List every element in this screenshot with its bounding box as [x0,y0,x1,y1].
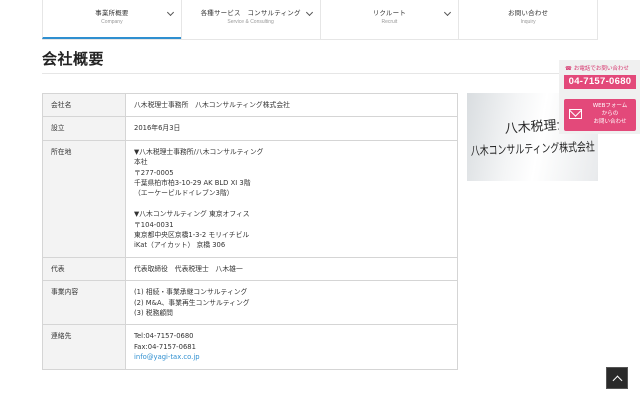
address-line: 本社 [134,158,148,167]
nav-label: リクルート [372,9,407,17]
tel-text: Tel:04-7157-0680 [134,332,194,341]
table-row: 所在地 ▼八木税理士事務所/八木コンサルティング 本社 〒277-0005 千葉… [42,139,458,258]
page-title: 会社概要 [42,50,105,68]
company-info-table: 会社名 八木税理士事務所 八木コンサルティング株式会社 設立 2016年6月3日… [42,92,458,370]
title-divider [42,73,598,74]
representative-value: 代表取締役 代表税理士 八木雄一 [125,256,458,282]
main-nav: 事業所概要 Company 各種サービス コンサルティング Service & … [42,0,598,40]
table-row: 事業内容 (1) 相続・事業承継コンサルティング (2) M&A、事業再生コンサ… [42,280,458,326]
web-form-line: WEBフォーム [592,103,628,109]
tel-label-text: お電話でお問い合わせ [573,66,629,72]
business-line: (3) 税務顧問 [134,309,173,318]
nav-sublabel: Inquiry [520,19,536,25]
contact-widget: ☎ お電話でお問い合わせ 04-7157-0680 WEBフォーム からの お問い… [559,60,640,134]
nav-item-recruit[interactable]: リクルート Recruit [319,0,459,39]
tel-label: ☎ お電話でお問い合わせ [565,64,629,72]
address-line: ▼八木コンサルティング 東京オフィス [134,210,250,219]
nav-sublabel: Recruit [381,19,398,25]
business-line: (1) 相続・事業承継コンサルティング [134,288,248,297]
business-line: (2) M&A、事業再生コンサルティング [134,298,250,307]
address-line: ▼八木税理士事務所/八木コンサルティング [134,147,264,156]
sign-text-line2: 八木コンサルティング株式会社 [471,139,595,158]
established-value: 2016年6月3日 [125,116,458,141]
email-link[interactable]: info@yagi-tax.co.jp [134,352,449,362]
address-line: iKat（アイカット） 京橋 306 [134,241,226,250]
web-form-label: WEBフォーム からの お問い合わせ [588,102,632,126]
row-label: 連絡先 [42,324,126,370]
tel-number-button[interactable]: 04-7157-0680 [564,75,636,89]
company-name-value: 八木税理士事務所 八木コンサルティング株式会社 [125,92,458,118]
nav-item-inquiry[interactable]: お問い合わせ Inquiry [458,0,598,39]
nav-label: お問い合わせ [508,9,549,17]
table-row: 連絡先 Tel:04-7157-0680 Fax:04-7157-0681 in… [42,324,458,370]
web-form-line: からの [601,111,619,117]
address-line: 千葉県柏市柏3-10-29 AK BLD XI 3階 [134,179,251,188]
address-line: 東京都中央区京橋1-3-2 モリイチビル [134,231,250,240]
address-value: ▼八木税理士事務所/八木コンサルティング 本社 〒277-0005 千葉県柏市柏… [125,139,458,258]
phone-icon: ☎ [565,66,572,72]
row-label: 会社名 [42,92,126,118]
table-row: 設立 2016年6月3日 [42,116,458,141]
web-form-line: お問い合わせ [593,119,627,125]
row-label: 設立 [42,116,126,141]
nav-label: 各種サービス コンサルティング [200,9,301,17]
web-form-button[interactable]: WEBフォーム からの お問い合わせ [564,99,636,131]
row-label: 所在地 [42,139,126,258]
table-row: 会社名 八木税理士事務所 八木コンサルティング株式会社 [42,92,458,118]
mail-icon [569,109,582,119]
back-to-top-button[interactable] [606,367,628,389]
nav-sublabel: Service & Consulting [227,19,274,25]
address-line: 〒104-0031 [134,220,174,229]
table-row: 代表 代表取締役 代表税理士 八木雄一 [42,256,458,282]
nav-label: 事業所概要 [95,9,129,17]
nav-item-company[interactable]: 事業所概要 Company [42,0,181,39]
address-line: （エーケービルドイレブン3階） [134,189,234,198]
nav-sublabel: Company [101,19,123,25]
business-value: (1) 相続・事業承継コンサルティング (2) M&A、事業再生コンサルティング… [125,280,458,326]
contact-value: Tel:04-7157-0680 Fax:04-7157-0681 info@y… [125,324,458,370]
row-label: 事業内容 [42,280,126,326]
fax-text: Fax:04-7157-0681 [134,342,196,351]
row-label: 代表 [42,256,126,282]
nav-item-service[interactable]: 各種サービス コンサルティング Service & Consulting [180,0,320,39]
address-line: 〒277-0005 [134,168,174,177]
